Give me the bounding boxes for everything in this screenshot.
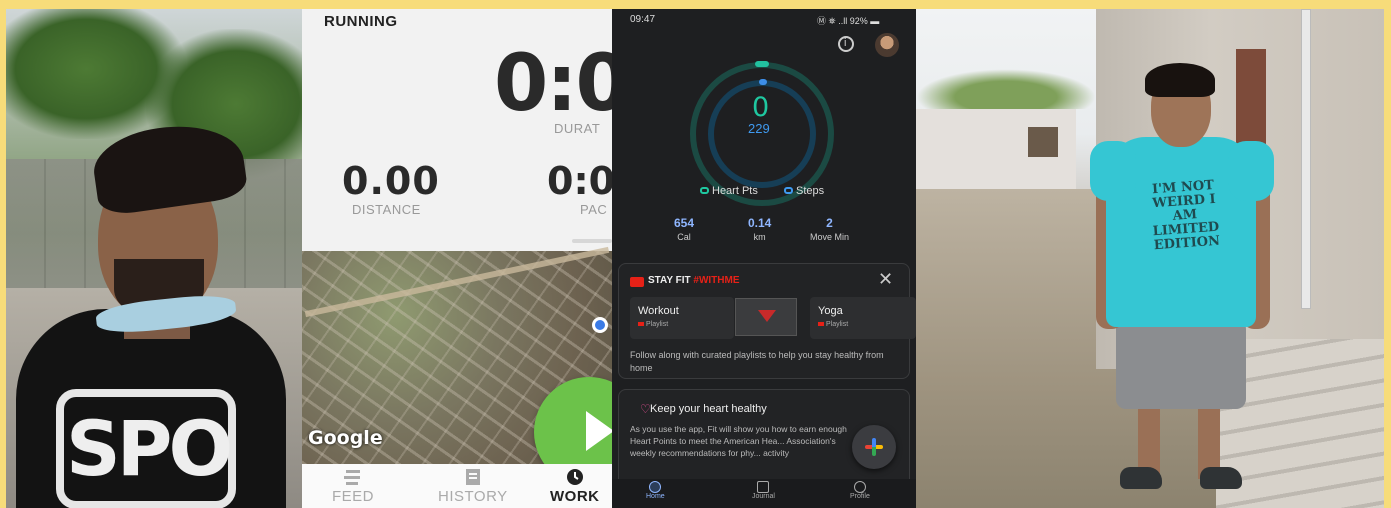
- status-time: 09:47: [630, 14, 656, 25]
- workout-icon: [566, 469, 583, 485]
- nav-history[interactable]: HISTORY: [438, 468, 508, 505]
- feed-icon: [344, 470, 360, 485]
- status-icons: Ⓜ ⛯ ..ll 92% ▬: [817, 16, 880, 26]
- photo-teen-standing: I'M NOT WEIRD I AM LIMITED EDITION: [916, 9, 1384, 508]
- nav-home[interactable]: Home: [646, 481, 665, 500]
- yoga-playlist-tile[interactable]: Yoga Playlist: [810, 297, 916, 339]
- youtube-icon: [630, 277, 644, 287]
- activity-mode-label: RUNNING: [324, 13, 398, 30]
- add-activity-button[interactable]: [852, 425, 896, 469]
- pace-value: 0:0: [547, 159, 612, 203]
- photo-man-selfie: SPO: [6, 9, 302, 508]
- workout-thumbnail[interactable]: [735, 298, 797, 336]
- current-location-dot: [592, 317, 608, 333]
- window: [1028, 127, 1058, 157]
- profile-icon: [853, 481, 866, 493]
- heart-legend-icon: [700, 187, 709, 194]
- right-shoe: [1200, 467, 1242, 489]
- heart-card-title: ♡ Keep your heart healthy: [640, 402, 767, 416]
- left-shoe: [1120, 467, 1162, 489]
- running-app-screen: RUNNING 0:0 DURAT 0.00 DISTANCE 0:0 PAC …: [302, 9, 612, 508]
- heart-ring-progress: [755, 61, 769, 67]
- nav-history-label: HISTORY: [438, 488, 508, 505]
- bottom-nav: FEED HISTORY WORK: [302, 464, 612, 508]
- left-sleeve: [1090, 141, 1136, 201]
- stat-calories: 654 Cal: [674, 216, 695, 242]
- nav-feed[interactable]: FEED: [332, 468, 374, 505]
- nav-workout-label: WORK: [550, 488, 600, 505]
- history-icon: [465, 469, 480, 485]
- nav-profile[interactable]: Profile: [850, 481, 870, 500]
- left-building: [916, 109, 1076, 199]
- drag-handle[interactable]: [572, 239, 612, 243]
- right-sleeve: [1228, 141, 1274, 201]
- stay-fit-brand: STAY FIT #WITHME: [648, 275, 740, 286]
- steps-ring-progress: [759, 79, 767, 85]
- info-icon[interactable]: [838, 36, 854, 52]
- drain-pipe: [1301, 9, 1311, 309]
- steps-legend-icon: [784, 187, 793, 194]
- map-attribution: Google: [308, 427, 383, 449]
- legend-heart-points: Heart Pts: [700, 185, 758, 197]
- nav-journal[interactable]: Journal: [752, 481, 775, 500]
- stay-fit-description: Follow along with curated playlists to h…: [630, 350, 884, 373]
- tshirt-print: I'M NOT WEIRD I AM LIMITED EDITION: [1151, 177, 1221, 254]
- close-icon[interactable]: ✕: [878, 269, 893, 290]
- heart-points-value: 0: [752, 92, 770, 123]
- duration-label: DURAT: [554, 121, 601, 136]
- shirt-print: SPO: [66, 404, 233, 493]
- nav-feed-label: FEED: [332, 488, 375, 505]
- workout-playlist-tile[interactable]: Workout Playlist: [630, 297, 734, 339]
- hair: [1145, 63, 1215, 97]
- stat-distance: 0.14 km: [748, 216, 772, 242]
- heart-card-description: As you use the app, Fit will show you ho…: [630, 424, 847, 458]
- home-icon: [649, 481, 662, 493]
- nav-workout[interactable]: WORK: [550, 468, 600, 505]
- steps-value: 229: [748, 121, 770, 136]
- play-icon: [586, 411, 612, 451]
- pace-label: PAC: [580, 202, 608, 217]
- stat-move-minutes: 2 Move Min: [810, 216, 850, 242]
- avatar[interactable]: [875, 33, 899, 57]
- distance-value: 0.00: [342, 159, 440, 203]
- distance-label: DISTANCE: [352, 202, 421, 217]
- duration-value: 0:0: [494, 39, 612, 129]
- heart-icon: ♡: [640, 402, 651, 416]
- journal-icon: [757, 481, 770, 493]
- distant-trees: [916, 69, 1096, 109]
- legend-steps: Steps: [784, 185, 824, 197]
- fit-bottom-nav: Home Journal Profile: [612, 479, 916, 508]
- fit-app-screen: 09:47 Ⓜ ⛯ ..ll 92% ▬ 0 229 Heart Pts Ste…: [612, 9, 916, 508]
- grey-shorts: [1116, 319, 1246, 409]
